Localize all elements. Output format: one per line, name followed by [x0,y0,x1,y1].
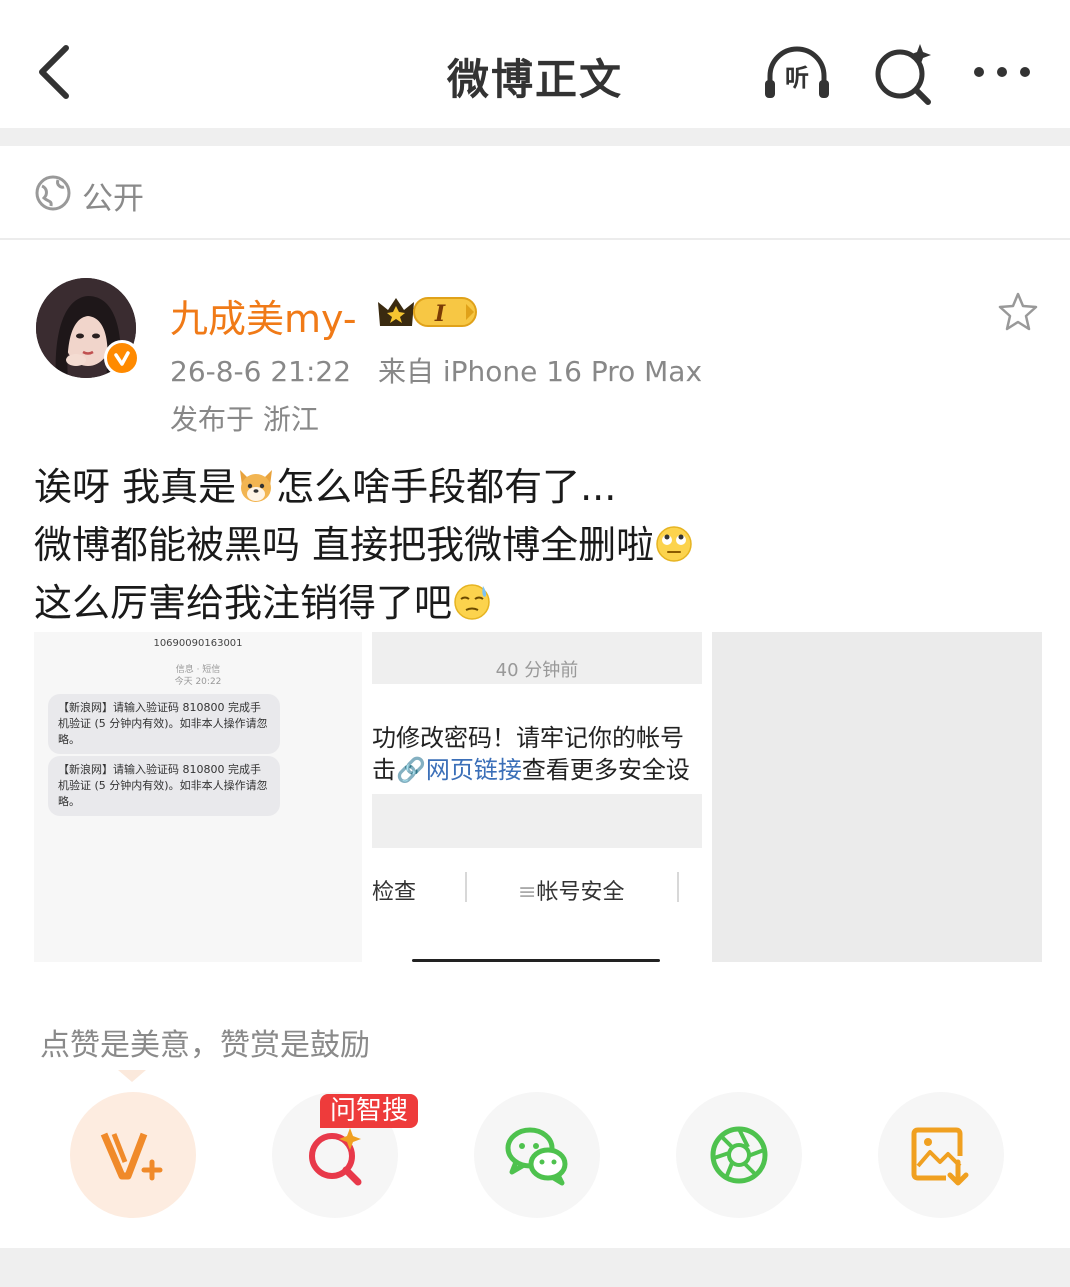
verified-badge-icon [104,340,140,376]
post-image-sms-screenshot[interactable]: 10690090163001 信息 · 短信 今天 20:22 【新浪网】请输入… [34,632,362,962]
post-image-placeholder[interactable] [712,632,1042,962]
notice-link: 网页链接 [425,756,522,784]
member-crown-badge-icon[interactable]: I [376,292,480,330]
v-plus-icon [100,1132,163,1181]
post-line: 诶呀 我真是 怎么啥手段都有了... [34,458,1044,516]
dog-face-emoji-icon [240,470,273,502]
wechat-icon [505,1127,568,1186]
notice-tab: 检查 [372,880,417,905]
share-wechat-button[interactable] [474,1092,600,1218]
post-line: 微博都能被黑吗 直接把我微博全删啦 [34,516,1044,574]
sms-sender-number: 10690090163001 [153,638,243,649]
post-content: 诶呀 我真是 怎么啥手段都有了... 微博都能被黑吗 直接把我微博全删啦 这么厉… [34,458,1044,632]
link-icon: 🔗 [396,756,426,784]
notice-time: 40 分钟前 [495,660,579,681]
post-time: 26-8-6 21:22 [170,355,352,388]
globe-icon [35,175,71,211]
bubble-tip [118,1070,146,1082]
notice-tab-label: 帐号安全 [536,880,625,905]
post-image-security-notice[interactable]: 40 分钟前 功修改密码！请牢记你的帐号 击🔗网页链接查看更多安全设 检查 ≡帐… [372,632,702,962]
post-line-text: 怎么啥手段都有了... [276,465,617,509]
tab-separator [465,872,467,902]
post-line-text: 微博都能被黑吗 直接把我微博全删啦 [34,523,655,567]
notice-line: 击🔗网页链接查看更多安全设 [372,750,690,785]
visibility-label: 公开 [82,181,144,217]
post-line: 这么厉害给我注销得了吧 [34,574,1044,632]
notice-divider-band [372,794,702,848]
post-location: 发布于 浙江 [170,403,319,436]
home-indicator [412,959,660,962]
post-meta: 26-8-6 21:22 来自 iPhone 16 Pro Max [170,350,702,390]
bottom-divider [0,1248,1070,1287]
reward-v-plus-button[interactable] [70,1092,196,1218]
reward-hint: 点赞是美意，赞赏是鼓励 [40,1028,370,1063]
ai-search-badge: 问智搜 [320,1094,419,1128]
moments-icon [710,1126,768,1184]
section-divider [0,128,1070,146]
share-moments-button[interactable] [676,1092,802,1218]
visibility-row: 公开 [0,146,1070,240]
post-line-text: 诶呀 我真是 [34,465,237,509]
save-image-button[interactable] [878,1092,1004,1218]
list-icon: ≡ [518,880,537,905]
listen-icon-label: 听 [785,64,809,92]
eye-roll-emoji-icon [656,526,692,562]
top-nav-bar: 微博正文 听 [0,0,1070,130]
ai-search-icon[interactable] [868,40,938,106]
sms-sub-line: 信息 · 短信 [175,665,221,675]
notice-line: 功修改密码！请牢记你的帐号 [372,724,684,752]
author-name[interactable]: 九成美my- [170,288,357,343]
favorite-star-icon[interactable] [996,290,1040,334]
post-line-text: 这么厉害给我注销得了吧 [34,581,453,625]
notice-text: 查看更多安全设 [521,756,690,784]
sweat-face-emoji-icon [454,584,490,620]
save-image-icon [911,1127,969,1186]
tab-separator [677,872,679,902]
sms-sub-line: 今天 20:22 [174,677,222,687]
member-level: I [434,301,446,327]
sms-message-bubble: 【新浪网】请输入验证码 810800 完成手机验证 (5 分钟内有效)。如非本人… [48,756,280,816]
sms-subtitle: 信息 · 短信 今天 20:22 [34,664,362,688]
post-source: 来自 iPhone 16 Pro Max [377,355,703,388]
notice-text: 击 [372,756,396,784]
avatar[interactable] [36,278,140,380]
notice-tab: ≡帐号安全 [518,874,624,906]
sms-message-bubble: 【新浪网】请输入验证码 810800 完成手机验证 (5 分钟内有效)。如非本人… [48,694,280,754]
ai-search-icon [309,1128,362,1186]
more-dots-icon[interactable] [968,40,1038,106]
headphones-listen-icon[interactable]: 听 [762,40,832,106]
